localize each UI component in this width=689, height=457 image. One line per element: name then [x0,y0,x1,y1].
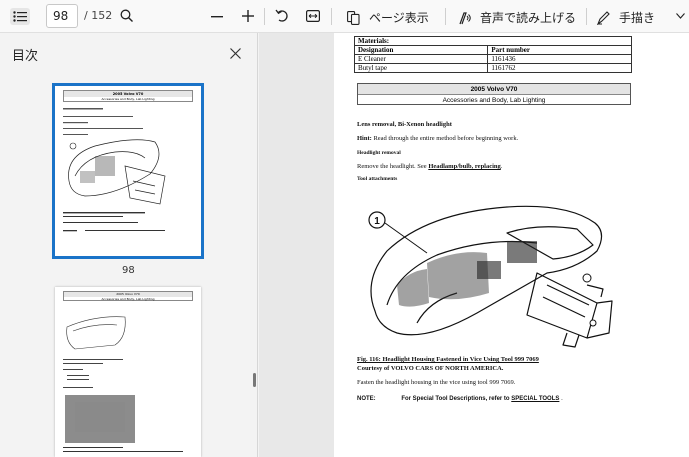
document-viewer[interactable]: Materials: Designation Part number E Cle… [259,33,689,457]
table-row: E Cleaner 1161436 [353,54,632,64]
materials-table-header: Materials: [354,36,632,46]
draw-button[interactable]: 手描き [597,9,655,26]
page-view-icon [347,10,360,25]
materials-table: Materials: Designation Part number E Cle… [353,36,632,73]
remove-text-prefix: Remove the headlight. See [357,163,427,170]
subheading-tool-attachments: Tool attachments [357,176,398,182]
close-icon[interactable] [230,45,241,63]
fasten-instruction: Fasten the headlight housing in the vice… [357,379,516,386]
page-header-title: 2005 Volvo V70 [358,84,630,95]
page-thumbnail-selected[interactable]: 2005 Volvo V70 Accessories and Body, Lab… [52,83,204,259]
table-cell: 1161436 [487,54,632,64]
note-text-prefix: For Special Tool Descriptions, refer to [401,396,510,402]
thumb-content [63,108,166,232]
toolbar-divider [586,8,587,25]
page-header-box: 2005 Volvo V70 Accessories and Body, Lab… [357,83,631,105]
toolbar: 98 / 152 ページ表示 音声で読み上げる 手描き [0,0,689,33]
draw-pen-icon [597,10,610,25]
document-page: Materials: Designation Part number E Cle… [334,33,689,457]
figure-courtesy: Courtesy of VOLVO CARS OF NORTH AMERICA. [357,365,504,372]
rotate-icon[interactable] [275,9,289,24]
draw-options-chevron-icon[interactable] [676,13,685,19]
page-header-subtitle: Accessories and Body, Lab Lighting [442,97,546,104]
read-aloud-button[interactable]: 音声で読み上げる [458,9,576,26]
table-cell: 1161762 [487,63,632,73]
remove-text-suffix: . [500,163,503,170]
read-aloud-icon [459,11,471,24]
hint-label: Hint: [357,135,372,142]
draw-label: 手描き [619,11,656,25]
headlight-housing-figure: 1 [368,205,613,348]
remove-instruction: Remove the headlight. See Headlamp/bulb,… [357,163,502,170]
contents-sidebar: 目次 2005 Volvo V70 Accessories and Body, … [0,33,258,457]
thumbnail-page-number: 98 [122,265,135,276]
table-header-cell: Part number [487,45,632,55]
table-cell: E Cleaner [353,54,489,64]
headlamp-link[interactable]: Headlamp/bulb, replacing [428,163,500,170]
section-title: Lens removal, Bi-Xenon headlight [357,121,452,128]
page-thumbnail[interactable]: 2005 Volvo V70 Accessories and Body, Lab… [55,287,201,457]
table-cell: Butyl tape [353,63,489,73]
special-tools-link[interactable]: SPECIAL TOOLS [511,396,559,402]
sidebar-title: 目次 [12,49,39,64]
page-view-label: ページ表示 [369,11,429,25]
note-line: NOTE: For Special Tool Descriptions, ref… [357,396,563,402]
sidebar-scrollbar[interactable] [253,373,256,387]
subheading-headlight-removal: Headlight removal [357,150,401,156]
read-aloud-label: 音声で読み上げる [480,11,577,25]
page-total: / 152 [84,9,113,22]
zoom-in-icon[interactable] [242,10,254,22]
table-header-cell: Designation [353,45,489,55]
note-label: NOTE: [357,396,376,402]
toolbar-divider [331,8,332,25]
toolbar-divider [264,8,265,25]
zoom-out-icon[interactable] [211,16,223,18]
toolbar-divider [445,8,446,25]
fit-page-icon[interactable] [306,10,320,22]
contents-icon[interactable] [10,8,30,25]
figure-callout: 1 [368,211,428,254]
hint-text: Read through the entire method before be… [373,135,519,142]
search-icon[interactable] [120,9,134,23]
note-text-suffix: . [561,396,563,402]
hint-line: Hint: Read through the entire method bef… [357,135,518,142]
table-row: Butyl tape 1161762 [353,63,632,73]
figure-caption: Fig. 116: Headlight Housing Fastened in … [357,356,539,363]
figure-callout-number: 1 [374,216,380,227]
page-view-button[interactable]: ページ表示 [347,9,429,26]
page-number-input[interactable]: 98 [46,4,78,28]
thumb-content [63,316,183,452]
